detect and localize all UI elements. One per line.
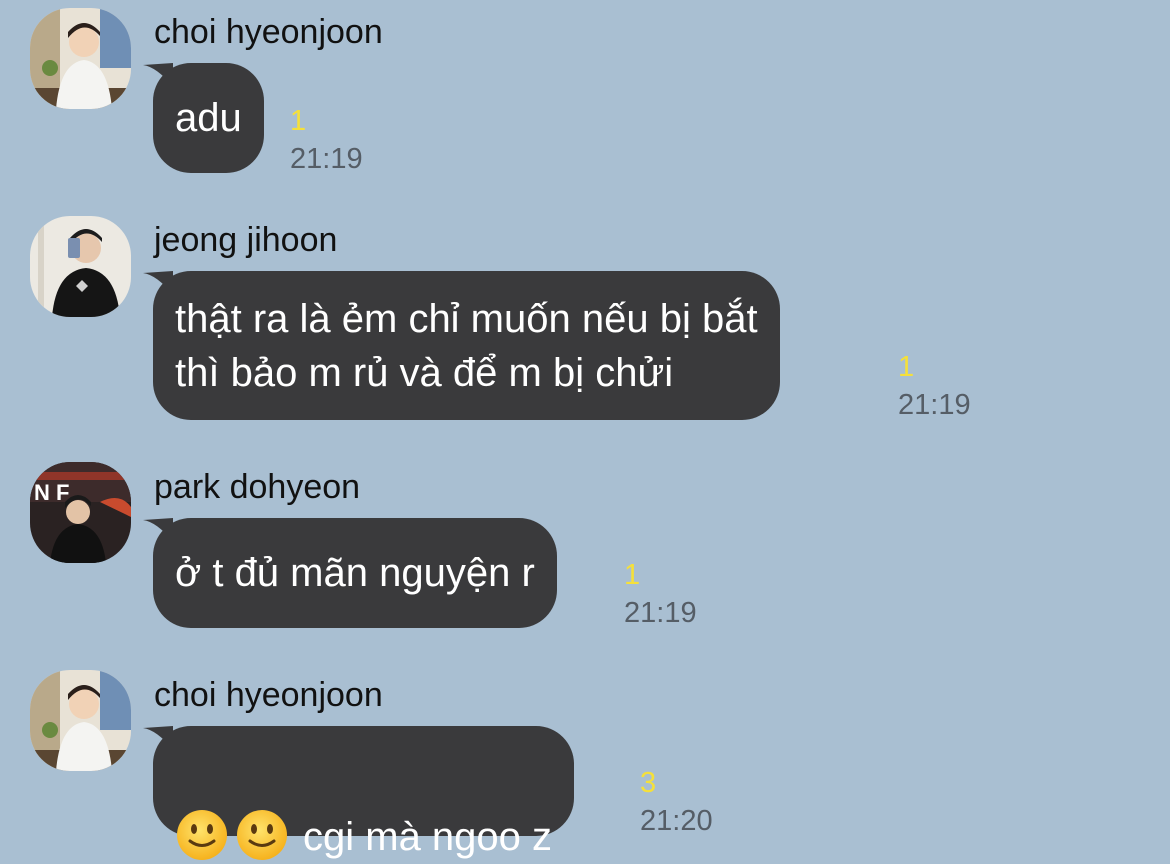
profile-photo-icon [30, 216, 131, 317]
slightly-smiling-face-emoji [237, 810, 287, 860]
message-meta: 3 21:20 [640, 766, 713, 838]
unread-count: 1 [624, 559, 641, 591]
message-meta: 1 21:19 [624, 558, 697, 630]
timestamp: 21:20 [640, 805, 713, 837]
message-text: thật ra là ẻm chỉ muốn nếu bị bắt thì bả… [175, 297, 758, 395]
timestamp: 21:19 [290, 143, 363, 175]
profile-photo-icon: N F [30, 462, 131, 563]
message-bubble[interactable]: adu [143, 63, 264, 173]
sender-name: choi hyeonjoon [154, 13, 383, 51]
unread-count: 3 [640, 767, 657, 799]
sender-name: jeong jihoon [154, 221, 338, 259]
svg-text:N F: N F [34, 480, 69, 505]
message-text: ở t đủ mãn nguyện r [175, 551, 535, 595]
bubble-tail [143, 726, 173, 758]
message-bubble[interactable]: thật ra là ẻm chỉ muốn nếu bị bắt thì bả… [143, 271, 780, 420]
unread-count: 1 [290, 105, 307, 137]
chat-room: choi hyeonjoon adu 1 21:19 jeong jihoon … [0, 0, 1170, 860]
message-text: adu [175, 96, 242, 140]
avatar-jeong-jihoon[interactable] [30, 216, 131, 317]
profile-photo-icon [30, 8, 131, 109]
sender-name: choi hyeonjoon [154, 676, 383, 714]
message-meta: 1 21:19 [290, 104, 363, 176]
bubble-tail [143, 63, 173, 95]
unread-count: 1 [898, 351, 915, 383]
message-meta: 1 21:19 [898, 350, 971, 422]
timestamp: 21:19 [624, 597, 697, 629]
profile-photo-icon [30, 670, 131, 771]
avatar-choi-hyeonjoon[interactable] [30, 8, 131, 109]
message-text-content: cgi mà ngoo z [303, 815, 553, 859]
message-text: cgi mà ngoo z [175, 810, 553, 860]
timestamp: 21:19 [898, 389, 971, 421]
avatar-choi-hyeonjoon[interactable] [30, 670, 131, 771]
message-bubble[interactable]: ở t đủ mãn nguyện r [143, 518, 557, 628]
avatar-park-dohyeon[interactable]: N F [30, 462, 131, 563]
bubble-tail [143, 518, 173, 550]
message-bubble[interactable]: cgi mà ngoo z [143, 726, 575, 860]
bubble-tail [143, 271, 173, 303]
sender-name: park dohyeon [154, 468, 361, 506]
slightly-smiling-face-emoji [177, 810, 227, 860]
